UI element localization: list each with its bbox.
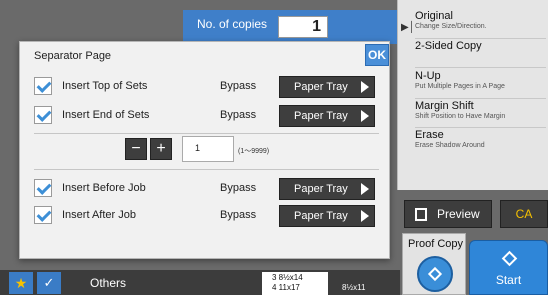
arrow-right-icon bbox=[361, 210, 369, 222]
paper-size-badge: 8½x11 bbox=[342, 283, 366, 292]
row-label: Insert Top of Sets bbox=[62, 80, 148, 92]
proof-copy-button[interactable] bbox=[417, 256, 453, 292]
start-diamond-icon bbox=[501, 250, 518, 267]
bypass-label: Bypass bbox=[220, 209, 257, 221]
divider bbox=[34, 169, 379, 170]
feature-margin-shift[interactable]: Margin Shift Shift Position to Have Marg… bbox=[415, 100, 546, 128]
proof-copy-label: Proof Copy bbox=[408, 238, 464, 250]
preview-icon bbox=[415, 208, 427, 221]
row-insert-after-job: Insert After Job Bypass Paper Tray bbox=[20, 205, 391, 229]
others-button[interactable]: Others bbox=[68, 272, 148, 294]
paper-tray-label: Paper Tray bbox=[294, 81, 348, 93]
quantity-input[interactable]: 1 bbox=[182, 136, 234, 162]
feature-n-up-subtitle: Put Multiple Pages in A Page bbox=[415, 83, 505, 90]
paper-tray-label: Paper Tray bbox=[294, 183, 348, 195]
checkmark-icon[interactable]: ✓ bbox=[37, 272, 61, 294]
row-insert-end-of-sets: Insert End of Sets Bypass Paper Tray bbox=[20, 105, 391, 129]
quantity-range: (1～9999) bbox=[238, 148, 270, 155]
feature-erase-subtitle: Erase Shadow Around bbox=[415, 142, 485, 149]
row-label: Insert End of Sets bbox=[62, 109, 150, 121]
arrow-right-icon bbox=[361, 183, 369, 195]
feature-erase-title: Erase bbox=[415, 129, 444, 141]
insert-top-checkbox[interactable] bbox=[34, 77, 52, 95]
start-button[interactable]: Start bbox=[469, 240, 548, 295]
bypass-label: Bypass bbox=[220, 182, 257, 194]
feature-original-subtitle: Change Size/Direction. bbox=[415, 23, 487, 30]
preview-label: Preview bbox=[437, 207, 480, 221]
tray-list-item: 3 8½x14 bbox=[272, 273, 303, 282]
feature-margin-shift-title: Margin Shift bbox=[415, 100, 474, 112]
preview-button[interactable]: Preview bbox=[404, 200, 492, 228]
insert-after-checkbox[interactable] bbox=[34, 206, 52, 224]
arrow-right-icon bbox=[361, 110, 369, 122]
feature-panel: ▶│ Original Change Size/Direction. 2-Sid… bbox=[397, 0, 548, 190]
row-insert-top-of-sets: Insert Top of Sets Bypass Paper Tray bbox=[20, 76, 391, 100]
copies-label: No. of copies bbox=[197, 17, 268, 31]
paper-tray-label: Paper Tray bbox=[294, 110, 348, 122]
proof-copy-panel[interactable]: Proof Copy bbox=[402, 233, 466, 295]
row-insert-before-job: Insert Before Job Bypass Paper Tray bbox=[20, 178, 391, 202]
insert-before-checkbox[interactable] bbox=[34, 179, 52, 197]
star-icon[interactable]: ★ bbox=[9, 272, 33, 294]
ok-button[interactable]: OK bbox=[365, 44, 389, 66]
feature-original[interactable]: Original Change Size/Direction. bbox=[415, 10, 546, 39]
feature-2sided-copy[interactable]: 2-Sided Copy bbox=[415, 40, 546, 68]
feature-2sided-copy-title: 2-Sided Copy bbox=[415, 40, 482, 52]
paper-tray-label: Paper Tray bbox=[294, 210, 348, 222]
diamond-icon bbox=[427, 266, 443, 282]
row-label: Insert Before Job bbox=[62, 182, 146, 194]
bypass-label: Bypass bbox=[220, 80, 257, 92]
paper-tray-button[interactable]: Paper Tray bbox=[279, 76, 375, 98]
start-label: Start bbox=[495, 273, 522, 287]
dialog-title: Separator Page bbox=[34, 50, 112, 62]
row-label: Insert After Job bbox=[62, 209, 136, 221]
paper-tray-button[interactable]: Paper Tray bbox=[279, 205, 375, 227]
feature-margin-shift-subtitle: Shift Position to Have Margin bbox=[415, 113, 506, 120]
decrement-button[interactable]: − bbox=[125, 138, 147, 160]
tray-list: 3 8½x14 4 11x17 bbox=[262, 272, 328, 295]
expand-arrow-icon[interactable]: ▶│ bbox=[401, 22, 415, 33]
feature-n-up[interactable]: N-Up Put Multiple Pages in A Page bbox=[415, 70, 546, 99]
ca-button[interactable]: CA bbox=[500, 200, 548, 228]
arrow-right-icon bbox=[361, 81, 369, 93]
copies-input[interactable]: 1 bbox=[278, 16, 328, 38]
paper-tray-button[interactable]: Paper Tray bbox=[279, 105, 375, 127]
feature-original-title: Original bbox=[415, 10, 453, 22]
insert-end-checkbox[interactable] bbox=[34, 106, 52, 124]
paper-tray-button[interactable]: Paper Tray bbox=[279, 178, 375, 200]
divider bbox=[34, 133, 379, 134]
tray-list-item: 4 11x17 bbox=[272, 283, 300, 292]
feature-n-up-title: N-Up bbox=[415, 70, 441, 82]
separator-page-dialog: Separator Page OK Insert Top of Sets Byp… bbox=[19, 41, 390, 259]
feature-erase[interactable]: Erase Erase Shadow Around bbox=[415, 129, 546, 159]
bypass-label: Bypass bbox=[220, 109, 257, 121]
increment-button[interactable]: + bbox=[150, 138, 172, 160]
